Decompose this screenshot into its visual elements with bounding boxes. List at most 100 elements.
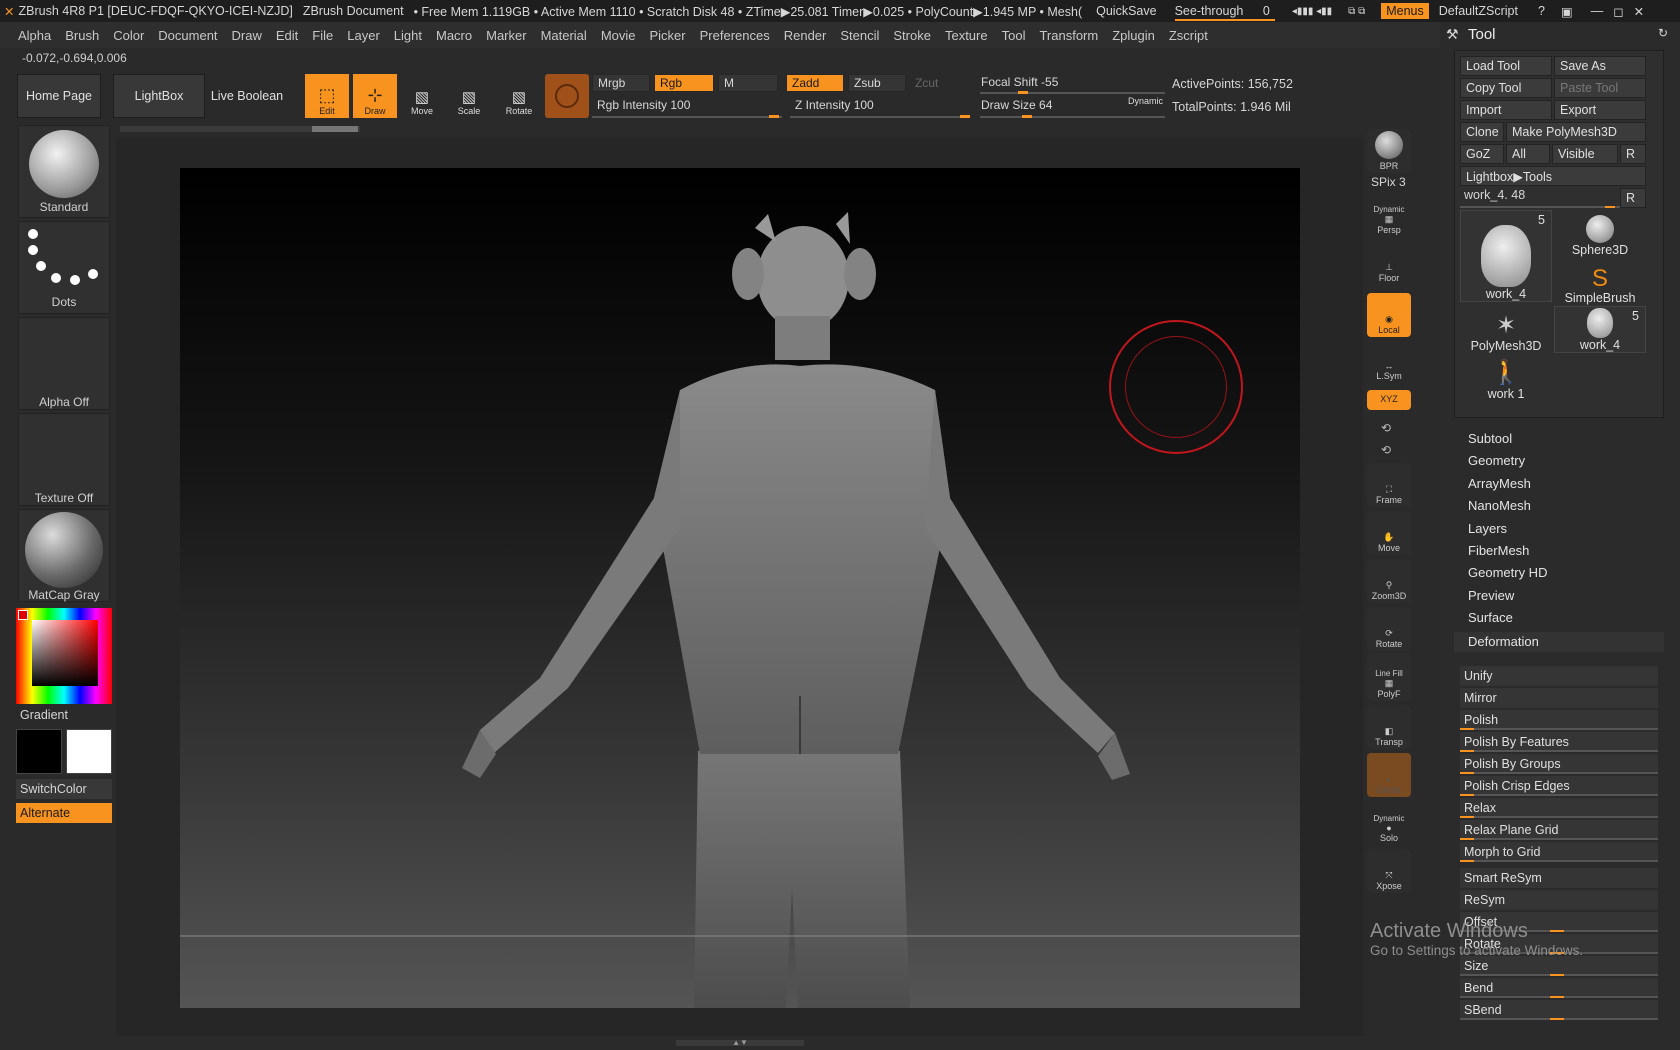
frame-button[interactable]: ⛶ Frame	[1367, 463, 1411, 507]
menu-texture[interactable]: Texture	[945, 28, 988, 43]
zsub-button[interactable]: Zsub	[848, 74, 906, 92]
default-zscript-button[interactable]: DefaultZScript	[1439, 4, 1518, 18]
bpr-button[interactable]: BPR	[1367, 129, 1411, 173]
lightbox-tools-button[interactable]: Lightbox▶Tools	[1460, 166, 1646, 186]
menu-material[interactable]: Material	[541, 28, 587, 43]
menu-picker[interactable]: Picker	[650, 28, 686, 43]
menu-alpha[interactable]: Alpha	[18, 28, 51, 43]
dynamic-size-toggle[interactable]: Dynamic	[1128, 96, 1163, 106]
lsym-button[interactable]: ↔ L.Sym	[1367, 339, 1411, 383]
menu-file[interactable]: File	[312, 28, 333, 43]
tool-thumb-simplebrush[interactable]: S SimpleBrush	[1554, 258, 1646, 306]
menu-movie[interactable]: Movie	[601, 28, 636, 43]
menu-layer[interactable]: Layer	[347, 28, 380, 43]
bottom-tray-handle[interactable]: ▲▼	[676, 1039, 804, 1047]
tool-thumb-sphere3d[interactable]: Sphere3D	[1554, 210, 1646, 257]
draw-size-slider[interactable]: Draw Size 64	[976, 96, 1106, 114]
tool-thumb-work1[interactable]: 🚶 work 1	[1460, 354, 1552, 401]
menus-button[interactable]: Menus	[1381, 3, 1429, 19]
bend-slider[interactable]: Bend	[1460, 978, 1658, 998]
export-button[interactable]: Export	[1554, 100, 1646, 120]
polish-by-features-slider[interactable]: Polish By Features	[1460, 732, 1658, 752]
transp-button[interactable]: ◧ Transp	[1367, 705, 1411, 749]
menu-document[interactable]: Document	[158, 28, 217, 43]
geometry-section[interactable]: Geometry	[1468, 453, 1525, 468]
brush-selector[interactable]: Standard	[18, 125, 110, 218]
primary-color-swatch[interactable]	[66, 729, 112, 774]
switch-color-button[interactable]: SwitchColor	[16, 779, 112, 799]
rgb-button[interactable]: Rgb	[654, 74, 714, 92]
menu-tool[interactable]: Tool	[1002, 28, 1026, 43]
goz-r-button[interactable]: R	[1620, 144, 1646, 164]
smart-resym-button[interactable]: Smart ReSym	[1460, 868, 1658, 888]
layout-icon[interactable]: ⧉ ⧉	[1348, 6, 1365, 17]
clone-button[interactable]: Clone	[1460, 122, 1504, 142]
paste-tool-button[interactable]: Paste Tool	[1554, 78, 1646, 98]
make-polymesh3d-button[interactable]: Make PolyMesh3D	[1506, 122, 1646, 142]
texture-selector[interactable]: Texture Off	[18, 413, 110, 506]
close-icon[interactable]: ✕	[1634, 4, 1644, 19]
menu-edit[interactable]: Edit	[276, 28, 298, 43]
color-picker[interactable]	[16, 608, 112, 704]
menu-light[interactable]: Light	[394, 28, 422, 43]
zoom3d-button[interactable]: ⚲ Zoom3D	[1367, 559, 1411, 603]
rotate-button[interactable]: ▧ Rotate	[497, 74, 541, 118]
subtool-section[interactable]: Subtool	[1468, 431, 1512, 446]
home-page-button[interactable]: Home Page	[17, 74, 101, 118]
menu-brush[interactable]: Brush	[65, 28, 99, 43]
load-tool-button[interactable]: Load Tool	[1460, 56, 1552, 76]
zcut-button[interactable]: Zcut	[910, 74, 968, 92]
polish-slider[interactable]: Polish	[1460, 710, 1658, 730]
solo-button[interactable]: Dynamic ● Solo	[1367, 797, 1411, 845]
menu-render[interactable]: Render	[784, 28, 827, 43]
menu-stencil[interactable]: Stencil	[840, 28, 879, 43]
z-intensity-slider[interactable]: Z Intensity 100	[790, 96, 970, 114]
m-button[interactable]: M	[718, 74, 778, 92]
mrgb-button[interactable]: Mrgb	[592, 74, 650, 92]
xyz-button[interactable]: XYZ	[1367, 390, 1411, 410]
current-tool-slider[interactable]: work_4. 48	[1460, 188, 1620, 208]
tray-tabs[interactable]	[120, 126, 360, 132]
size-slider[interactable]: Size	[1460, 956, 1658, 976]
seethrough-slider[interactable]: See-through 0	[1174, 4, 1280, 21]
stroke-selector[interactable]: Dots	[18, 221, 110, 314]
rotate-axis-icons[interactable]: ⟲ ⟲	[1381, 417, 1391, 461]
goz-button[interactable]: GoZ	[1460, 144, 1504, 164]
menu-marker[interactable]: Marker	[486, 28, 526, 43]
menu-zscript[interactable]: Zscript	[1169, 28, 1208, 43]
scale-button[interactable]: ▧ Scale	[447, 74, 491, 118]
save-as-button[interactable]: Save As	[1554, 56, 1646, 76]
alternate-button[interactable]: Alternate	[16, 803, 112, 823]
help-icon[interactable]: ?	[1538, 4, 1545, 18]
live-boolean-button[interactable]: Live Boolean	[207, 74, 287, 118]
lightbox-button[interactable]: LightBox	[113, 74, 205, 118]
unify-button[interactable]: Unify	[1460, 666, 1658, 686]
persp-button[interactable]: Dynamic ▦ Persp	[1367, 193, 1411, 237]
tool-thumb-work4-small[interactable]: 5 work_4	[1554, 306, 1646, 353]
menu-macro[interactable]: Macro	[436, 28, 472, 43]
relax-slider[interactable]: Relax	[1460, 798, 1658, 818]
window-tools-icon[interactable]: ◂▮▮▮ ◂▮▮	[1292, 6, 1332, 17]
menu-color[interactable]: Color	[113, 28, 144, 43]
geometry-hd-section[interactable]: Geometry HD	[1468, 565, 1547, 580]
resym-button[interactable]: ReSym	[1460, 890, 1658, 910]
arraymesh-section[interactable]: ArrayMesh	[1468, 476, 1531, 491]
alpha-selector[interactable]: Alpha Off	[18, 317, 110, 410]
material-swatch-button[interactable]	[545, 74, 589, 118]
layers-section[interactable]: Layers	[1468, 521, 1507, 536]
polyf-button[interactable]: Line Fill ▦ PolyF	[1367, 653, 1411, 701]
copy-tool-button[interactable]: Copy Tool	[1460, 78, 1552, 98]
fibermesh-section[interactable]: FiberMesh	[1468, 543, 1529, 558]
menu-stroke[interactable]: Stroke	[893, 28, 931, 43]
preview-section[interactable]: Preview	[1468, 588, 1514, 603]
ghost-button[interactable]: ◐ Ghost	[1367, 753, 1411, 797]
polish-crisp-edges-slider[interactable]: Polish Crisp Edges	[1460, 776, 1658, 796]
maximize-icon[interactable]: ◻	[1613, 4, 1623, 19]
move-button[interactable]: ▧ Move	[400, 74, 444, 118]
morph-to-grid-slider[interactable]: Morph to Grid	[1460, 842, 1658, 862]
import-button[interactable]: Import	[1460, 100, 1552, 120]
menu-preferences[interactable]: Preferences	[700, 28, 770, 43]
sbend-slider[interactable]: SBend	[1460, 1000, 1658, 1020]
relax-plane-grid-slider[interactable]: Relax Plane Grid	[1460, 820, 1658, 840]
move-view-button[interactable]: ✋ Move	[1367, 511, 1411, 555]
